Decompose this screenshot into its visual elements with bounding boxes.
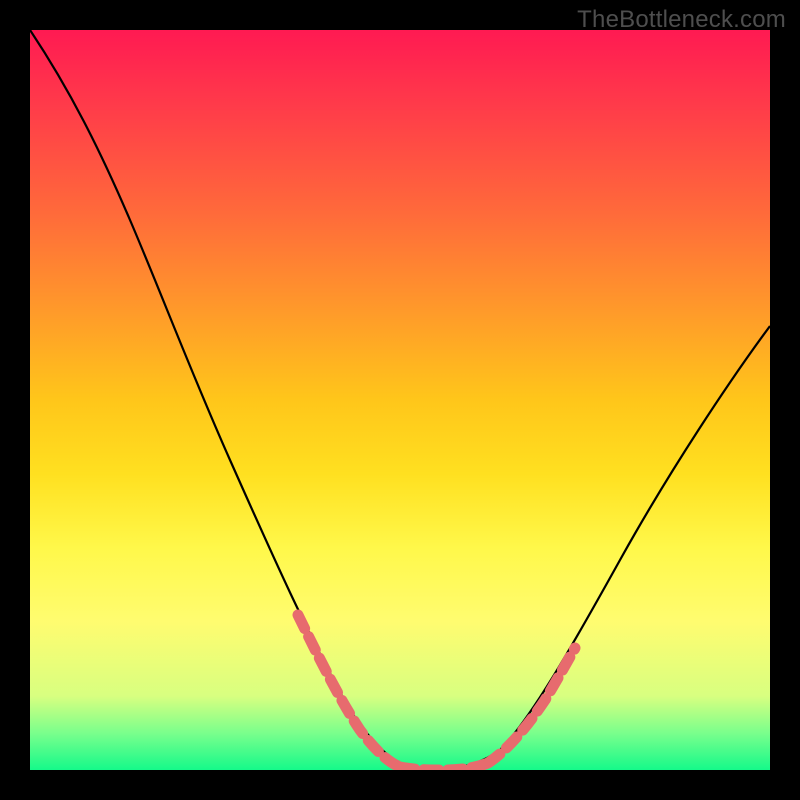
- bottleneck-curve: [30, 30, 770, 770]
- highlight-left-shoulder: [298, 615, 400, 767]
- chart-plot-area: [30, 30, 770, 770]
- highlight-valley-floor: [400, 763, 488, 770]
- highlight-right-shoulder: [488, 648, 575, 763]
- chart-svg: [30, 30, 770, 770]
- watermark-text: TheBottleneck.com: [577, 6, 786, 34]
